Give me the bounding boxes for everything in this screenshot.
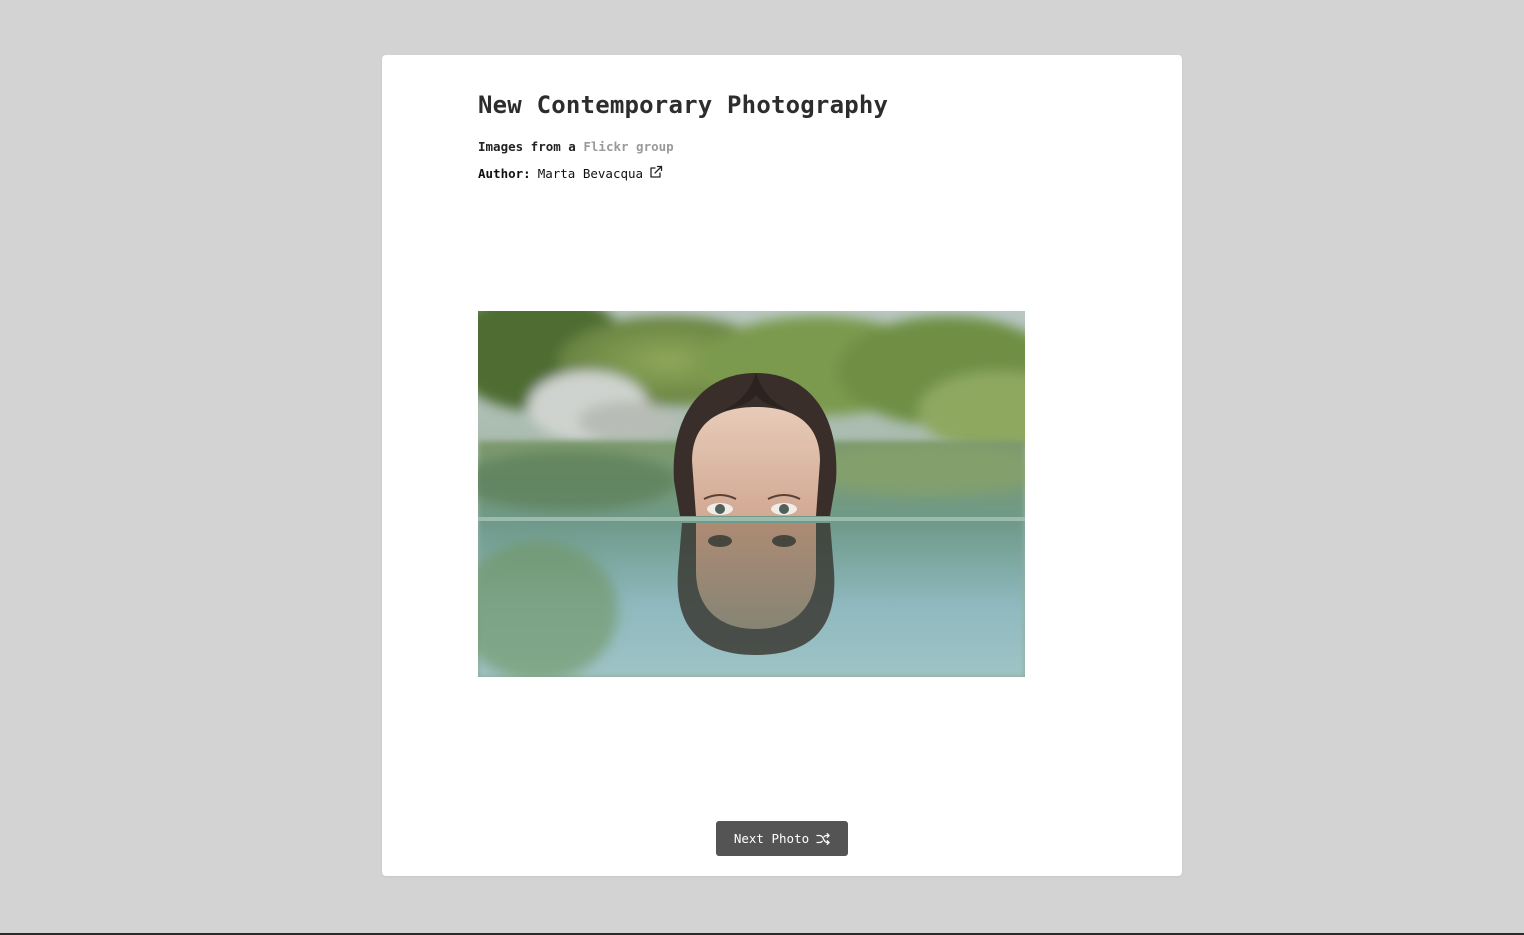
page-title: New Contemporary Photography: [478, 91, 889, 119]
source-prefix: Images from a: [478, 139, 576, 154]
external-link-icon[interactable]: [649, 165, 663, 179]
content-card: New Contemporary Photography Images from…: [382, 55, 1182, 876]
shuffle-icon: [816, 832, 830, 846]
author-line: Author: Marta Bevacqua: [478, 165, 663, 181]
author-name: Marta Bevacqua: [537, 166, 644, 181]
next-photo-button[interactable]: Next Photo: [716, 821, 848, 856]
author-label: Author:: [478, 166, 531, 181]
flickr-group-link[interactable]: Flickr group: [583, 139, 673, 154]
featured-photo: [478, 311, 1025, 677]
next-photo-label: Next Photo: [733, 831, 810, 846]
source-line: Images from a Flickr group: [478, 139, 674, 154]
